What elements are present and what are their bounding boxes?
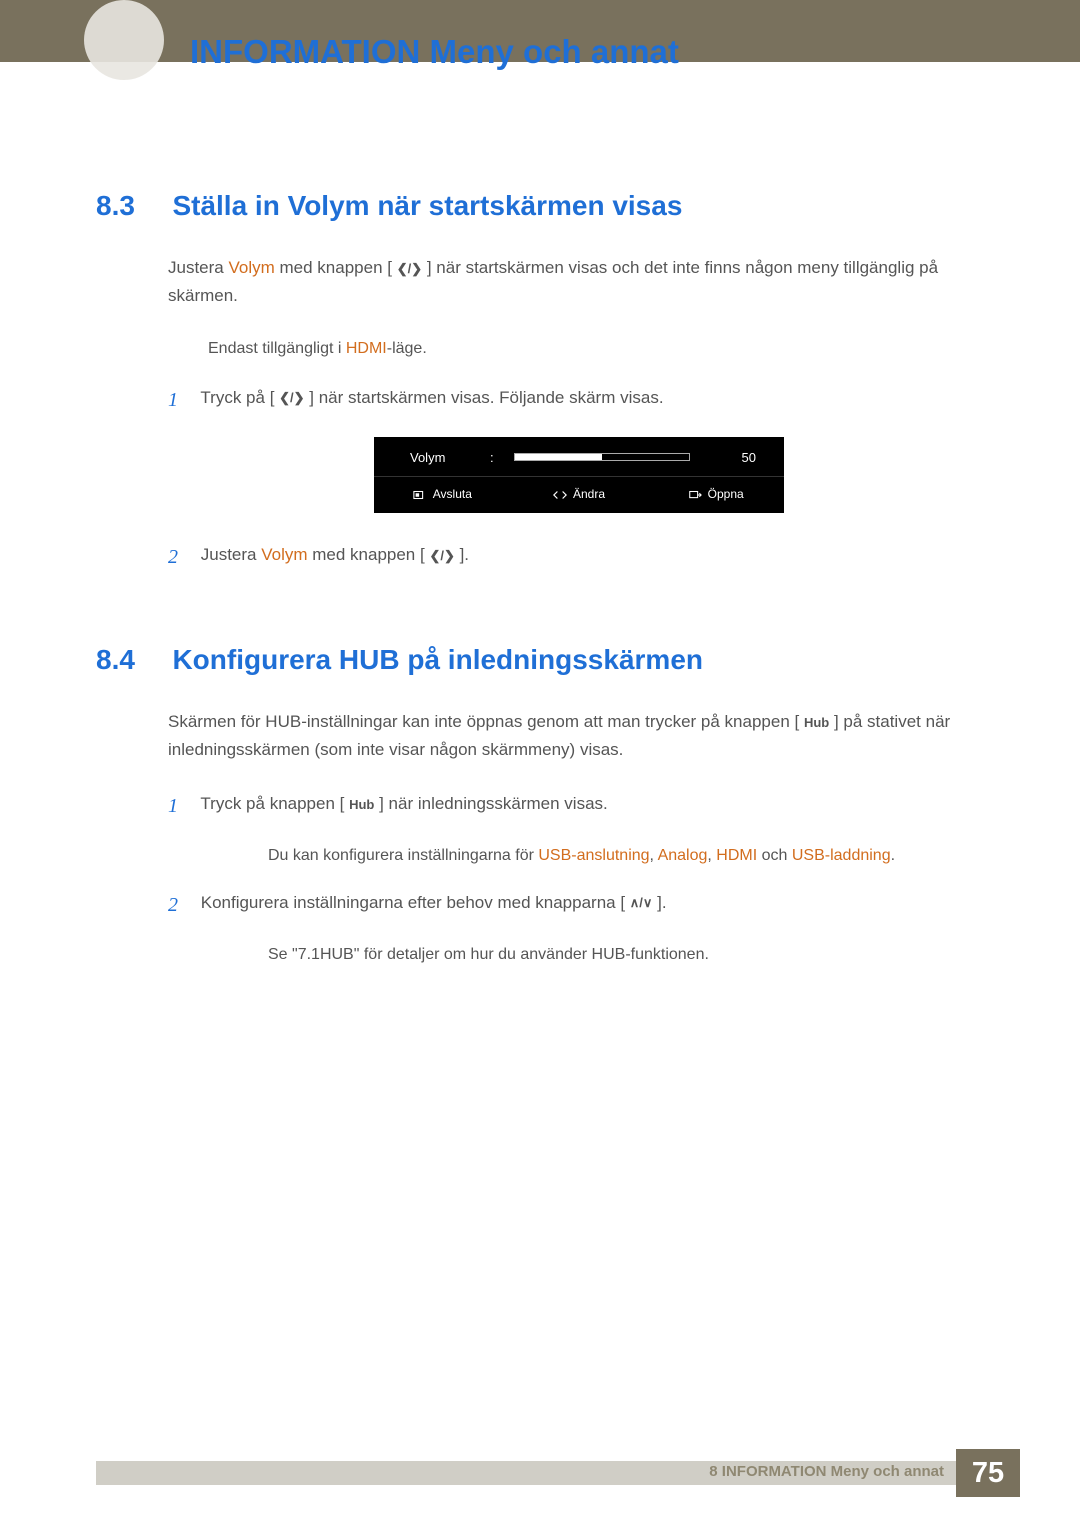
step-text: Tryck på knappen [ Hub ] när inledningss…: [200, 794, 607, 813]
step-text: Konfigurera inställningarna efter behov …: [201, 893, 667, 912]
osd-colon: :: [490, 447, 494, 468]
hdmi-term: HDMI: [346, 340, 387, 357]
step-number: 2: [168, 889, 196, 922]
volym-term: Volym: [228, 258, 274, 277]
content-area: 8.3 Ställa in Volym när startskärmen vis…: [96, 190, 990, 987]
osd-slider-track: [514, 453, 690, 461]
text: ].: [455, 545, 469, 564]
left-right-icon: ❮/❯: [429, 545, 454, 566]
text: Justera: [201, 545, 261, 564]
heading-8-4: 8.4 Konfigurera HUB på inledningsskärmen: [96, 644, 990, 676]
footer: 8 INFORMATION Meny och annat 75: [96, 1449, 1080, 1497]
page-title: INFORMATION Meny och annat: [190, 33, 679, 71]
text: Tryck på [: [200, 388, 279, 407]
heading-number: 8.4: [96, 644, 168, 676]
step-1: 1 Tryck på knappen [ Hub ] när inledning…: [168, 790, 990, 823]
text: -läge.: [387, 340, 427, 357]
text: ].: [652, 893, 666, 912]
osd-row-value: Volym : 50: [374, 437, 784, 476]
chapter-circle: [84, 0, 164, 80]
change-icon: [553, 489, 567, 501]
osd-exit: Avsluta: [374, 477, 511, 513]
osd-buttons-row: Avsluta Ändra Öppna: [374, 476, 784, 513]
volym-term: Volym: [261, 545, 307, 564]
text: Justera: [168, 258, 228, 277]
step-number: 1: [168, 384, 196, 417]
text: ,: [707, 847, 716, 864]
up-down-icon: ∧/∨: [630, 892, 653, 913]
footer-chapter: 8 INFORMATION Meny och annat: [709, 1463, 944, 1480]
osd-exit-label: Avsluta: [433, 485, 472, 505]
text: Endast tillgängligt i: [208, 340, 346, 357]
left-right-icon: ❮/❯: [279, 387, 304, 408]
osd-label: Volym: [410, 447, 470, 468]
heading-text: Konfigurera HUB på inledningsskärmen: [172, 644, 703, 676]
text: ] när inledningsskärmen visas.: [374, 794, 607, 813]
usb-charge-term: USB-laddning: [792, 847, 891, 864]
text: .: [891, 847, 895, 864]
step-2: 2 Justera Volym med knappen [ ❮/❯ ].: [168, 541, 990, 574]
text: ] när startskärmen visas. Följande skärm…: [305, 388, 664, 407]
hub-icon: Hub: [804, 712, 829, 733]
exit-icon: [413, 489, 427, 501]
section-8-4-body: Skärmen för HUB-inställningar kan inte ö…: [168, 708, 990, 967]
text: Tryck på knappen [: [200, 794, 349, 813]
page: INFORMATION Meny och annat 8.3 Ställa in…: [0, 0, 1080, 1527]
step-text: Tryck på [ ❮/❯ ] när startskärmen visas.…: [200, 388, 663, 407]
osd-open: Öppna: [647, 477, 784, 513]
osd-slider-fill: [515, 454, 602, 460]
reference-note: Se "7.1HUB" för detaljer om hur du använ…: [268, 942, 990, 968]
text: med knappen [: [308, 545, 430, 564]
heading-number: 8.3: [96, 190, 168, 222]
heading-8-3: 8.3 Ställa in Volym när startskärmen vis…: [96, 190, 990, 222]
osd-value: 50: [710, 447, 760, 468]
step-number: 1: [168, 790, 196, 823]
hdmi-term: HDMI: [716, 847, 757, 864]
text: ,: [650, 847, 658, 864]
text: och: [757, 847, 792, 864]
step-number: 2: [168, 541, 196, 574]
hdmi-note: Endast tillgängligt i HDMI-läge.: [208, 336, 990, 362]
section-8-3-body: Justera Volym med knappen [ ❮/❯ ] när st…: [168, 254, 990, 574]
analog-term: Analog: [658, 847, 708, 864]
text: Du kan konfigurera inställningarna för: [268, 847, 538, 864]
osd-volume-panel: Volym : 50 Avsluta Ändra: [374, 437, 784, 513]
left-right-icon: ❮/❯: [397, 258, 422, 279]
step-1: 1 Tryck på [ ❮/❯ ] när startskärmen visa…: [168, 384, 990, 417]
heading-text: Ställa in Volym när startskärmen visas: [172, 190, 682, 222]
open-icon: [688, 489, 702, 501]
hub-icon: Hub: [349, 794, 374, 815]
osd-open-label: Öppna: [708, 485, 744, 505]
osd-change: Ändra: [511, 477, 648, 513]
intro-paragraph: Skärmen för HUB-inställningar kan inte ö…: [168, 708, 990, 764]
usb-term: USB-anslutning: [538, 847, 649, 864]
text: Konfigurera inställningarna efter behov …: [201, 893, 630, 912]
step-2: 2 Konfigurera inställningarna efter beho…: [168, 889, 990, 922]
intro-paragraph: Justera Volym med knappen [ ❮/❯ ] när st…: [168, 254, 990, 310]
step-text: Justera Volym med knappen [ ❮/❯ ].: [201, 545, 469, 564]
osd-change-label: Ändra: [573, 485, 605, 505]
text: Skärmen för HUB-inställningar kan inte ö…: [168, 712, 804, 731]
config-subnote: Du kan konfigurera inställningarna för U…: [268, 843, 990, 869]
text: med knappen [: [275, 258, 397, 277]
footer-page-number: 75: [956, 1449, 1020, 1497]
section-8-4: 8.4 Konfigurera HUB på inledningsskärmen…: [96, 644, 990, 967]
